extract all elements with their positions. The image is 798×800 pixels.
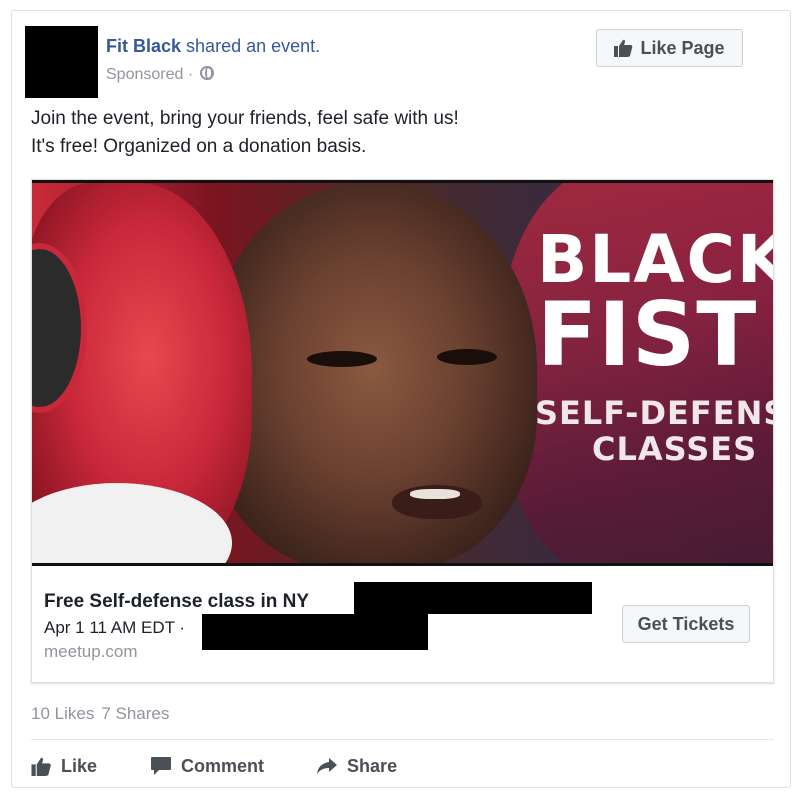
boxer-eye-left [307, 351, 377, 367]
sponsored-label[interactable]: Sponsored [106, 66, 183, 83]
boxer-face [207, 183, 537, 563]
like-label: Like [61, 755, 98, 776]
redacted-block [202, 614, 428, 650]
post-action-text: shared an event. [186, 36, 321, 56]
event-domain: meetup.com [44, 642, 138, 661]
event-date: Apr 1 11 AM EDT · [44, 618, 186, 637]
boxer-eye-right [437, 349, 497, 365]
post-meta: Sponsored · [106, 65, 214, 85]
redacted-block [354, 582, 592, 614]
post-header: Fit Black shared an event. [106, 35, 320, 57]
post-text-line-2: It's free! Organized on a donation basis… [31, 136, 367, 157]
share-button[interactable]: Share [316, 756, 397, 777]
event-title[interactable]: Free Self-defense class in NY [44, 590, 309, 614]
engagement-counts: 10 Likes 7 Shares [31, 703, 169, 725]
hero-subtitle-line-2: CLASSES [592, 430, 758, 468]
divider [31, 739, 774, 740]
thumbs-up-icon [614, 39, 633, 57]
likes-count[interactable]: 10 Likes [31, 704, 94, 723]
post-text-line-1: Join the event, bring your friends, feel… [31, 108, 459, 129]
comment-label: Comment [181, 755, 265, 776]
post-action-bar: Like Comment Share [31, 751, 397, 781]
post-body: Join the event, bring your friends, feel… [31, 105, 731, 161]
hero-title-line-2: FIST [537, 283, 758, 386]
event-hero-image[interactable]: BLACK FIST SELF-DEFENSE CLASSES [32, 180, 773, 566]
meta-separator: · [187, 66, 194, 83]
thumbs-up-icon [31, 757, 52, 776]
shares-count[interactable]: 7 Shares [101, 704, 169, 723]
event-attachment[interactable]: BLACK FIST SELF-DEFENSE CLASSES Free Sel… [31, 179, 774, 683]
like-button[interactable]: Like [31, 756, 97, 777]
like-page-label: Like Page [640, 37, 725, 58]
boxer-teeth [410, 489, 460, 499]
page-avatar-redacted[interactable] [25, 26, 98, 98]
get-tickets-button[interactable]: Get Tickets [622, 605, 750, 643]
share-arrow-icon [316, 757, 338, 775]
page-name-link[interactable]: Fit Black [106, 36, 181, 56]
comment-icon [150, 756, 172, 776]
hero-subtitle-line-1: SELF-DEFENSE [535, 394, 773, 432]
sponsored-post-card: Fit Black shared an event. Sponsored · L… [11, 10, 791, 788]
comment-button[interactable]: Comment [150, 756, 264, 777]
share-label: Share [347, 755, 398, 776]
like-page-button[interactable]: Like Page [596, 29, 743, 67]
globe-icon [199, 66, 214, 80]
